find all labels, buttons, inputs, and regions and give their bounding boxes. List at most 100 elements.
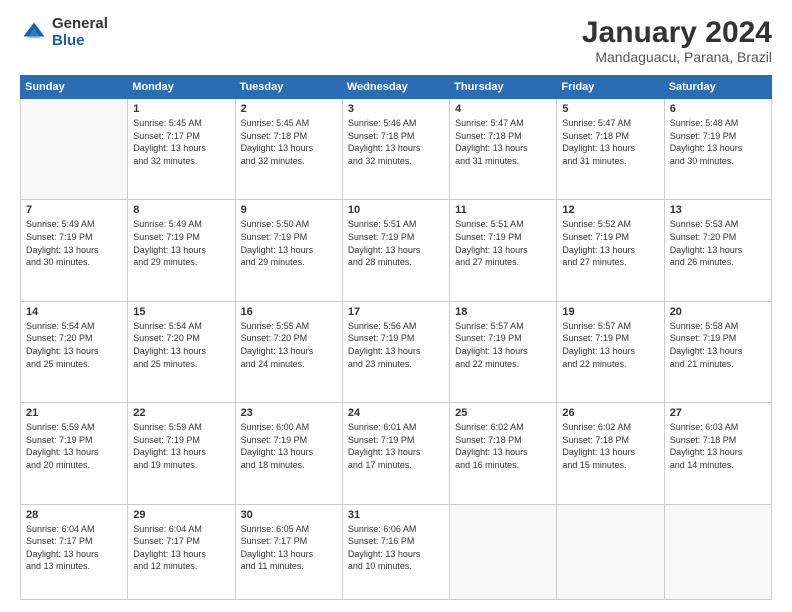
day-number: 11 <box>455 204 551 216</box>
table-row <box>664 504 771 599</box>
day-info: Sunrise: 5:59 AM Sunset: 7:19 PM Dayligh… <box>133 421 229 471</box>
day-number: 8 <box>133 204 229 216</box>
day-info: Sunrise: 6:03 AM Sunset: 7:18 PM Dayligh… <box>670 421 766 471</box>
table-row <box>557 504 664 599</box>
logo-text: General Blue <box>52 16 108 49</box>
table-row: 11 Sunrise: 5:51 AM Sunset: 7:19 PM Dayli… <box>450 200 557 301</box>
day-number: 15 <box>133 306 229 318</box>
day-number: 2 <box>241 103 337 115</box>
day-info: Sunrise: 6:02 AM Sunset: 7:18 PM Dayligh… <box>455 421 551 471</box>
col-saturday: Saturday <box>664 76 771 99</box>
day-info: Sunrise: 5:50 AM Sunset: 7:19 PM Dayligh… <box>241 218 337 268</box>
day-info: Sunrise: 6:01 AM Sunset: 7:19 PM Dayligh… <box>348 421 444 471</box>
table-row: 30 Sunrise: 6:05 AM Sunset: 7:17 PM Dayli… <box>235 504 342 599</box>
day-number: 16 <box>241 306 337 318</box>
day-number: 18 <box>455 306 551 318</box>
day-info: Sunrise: 5:54 AM Sunset: 7:20 PM Dayligh… <box>26 320 122 370</box>
day-info: Sunrise: 5:45 AM Sunset: 7:17 PM Dayligh… <box>133 117 229 167</box>
day-info: Sunrise: 5:47 AM Sunset: 7:18 PM Dayligh… <box>562 117 658 167</box>
day-number: 23 <box>241 407 337 419</box>
table-row: 25 Sunrise: 6:02 AM Sunset: 7:18 PM Dayli… <box>450 403 557 504</box>
day-number: 30 <box>241 509 337 521</box>
day-info: Sunrise: 5:47 AM Sunset: 7:18 PM Dayligh… <box>455 117 551 167</box>
day-number: 10 <box>348 204 444 216</box>
col-thursday: Thursday <box>450 76 557 99</box>
calendar-header-row: Sunday Monday Tuesday Wednesday Thursday… <box>21 76 772 99</box>
day-number: 6 <box>670 103 766 115</box>
day-number: 27 <box>670 407 766 419</box>
day-number: 28 <box>26 509 122 521</box>
col-monday: Monday <box>128 76 235 99</box>
day-info: Sunrise: 5:55 AM Sunset: 7:20 PM Dayligh… <box>241 320 337 370</box>
table-row: 27 Sunrise: 6:03 AM Sunset: 7:18 PM Dayli… <box>664 403 771 504</box>
day-number: 25 <box>455 407 551 419</box>
table-row: 12 Sunrise: 5:52 AM Sunset: 7:19 PM Dayli… <box>557 200 664 301</box>
day-info: Sunrise: 5:58 AM Sunset: 7:19 PM Dayligh… <box>670 320 766 370</box>
table-row: 21 Sunrise: 5:59 AM Sunset: 7:19 PM Dayli… <box>21 403 128 504</box>
table-row: 22 Sunrise: 5:59 AM Sunset: 7:19 PM Dayli… <box>128 403 235 504</box>
day-info: Sunrise: 6:05 AM Sunset: 7:17 PM Dayligh… <box>241 523 337 573</box>
table-row <box>21 99 128 200</box>
day-number: 29 <box>133 509 229 521</box>
calendar-table: Sunday Monday Tuesday Wednesday Thursday… <box>20 75 772 600</box>
table-row: 14 Sunrise: 5:54 AM Sunset: 7:20 PM Dayli… <box>21 301 128 402</box>
day-info: Sunrise: 5:51 AM Sunset: 7:19 PM Dayligh… <box>455 218 551 268</box>
table-row: 10 Sunrise: 5:51 AM Sunset: 7:19 PM Dayli… <box>342 200 449 301</box>
location: Mandaguacu, Parana, Brazil <box>582 49 772 65</box>
table-row: 26Sunrise: 6:02 AM Sunset: 7:18 PM Dayli… <box>557 403 664 504</box>
day-info: Sunrise: 5:48 AM Sunset: 7:19 PM Dayligh… <box>670 117 766 167</box>
day-info: Sunrise: 5:52 AM Sunset: 7:19 PM Dayligh… <box>562 218 658 268</box>
day-number: 1 <box>133 103 229 115</box>
table-row: 5Sunrise: 5:47 AM Sunset: 7:18 PM Daylig… <box>557 99 664 200</box>
day-info: Sunrise: 5:56 AM Sunset: 7:19 PM Dayligh… <box>348 320 444 370</box>
day-number: 14 <box>26 306 122 318</box>
logo-icon <box>20 19 48 47</box>
table-row: 18 Sunrise: 5:57 AM Sunset: 7:19 PM Dayli… <box>450 301 557 402</box>
table-row: 9Sunrise: 5:50 AM Sunset: 7:19 PM Daylig… <box>235 200 342 301</box>
day-info: Sunrise: 6:04 AM Sunset: 7:17 PM Dayligh… <box>133 523 229 573</box>
day-info: Sunrise: 5:51 AM Sunset: 7:19 PM Dayligh… <box>348 218 444 268</box>
col-friday: Friday <box>557 76 664 99</box>
table-row: 4 Sunrise: 5:47 AM Sunset: 7:18 PM Daylig… <box>450 99 557 200</box>
table-row: 29 Sunrise: 6:04 AM Sunset: 7:17 PM Dayli… <box>128 504 235 599</box>
logo-general-text: General <box>52 16 108 33</box>
title-block: January 2024 Mandaguacu, Parana, Brazil <box>582 16 772 65</box>
table-row: 7Sunrise: 5:49 AM Sunset: 7:19 PM Daylig… <box>21 200 128 301</box>
day-info: Sunrise: 6:02 AM Sunset: 7:18 PM Dayligh… <box>562 421 658 471</box>
day-info: Sunrise: 5:57 AM Sunset: 7:19 PM Dayligh… <box>562 320 658 370</box>
day-info: Sunrise: 6:04 AM Sunset: 7:17 PM Dayligh… <box>26 523 122 573</box>
table-row: 31Sunrise: 6:06 AM Sunset: 7:16 PM Dayli… <box>342 504 449 599</box>
table-row: 20 Sunrise: 5:58 AM Sunset: 7:19 PM Dayli… <box>664 301 771 402</box>
calendar-body: 1 Sunrise: 5:45 AM Sunset: 7:17 PM Daylig… <box>21 99 772 600</box>
day-number: 13 <box>670 204 766 216</box>
day-number: 24 <box>348 407 444 419</box>
day-info: Sunrise: 5:59 AM Sunset: 7:19 PM Dayligh… <box>26 421 122 471</box>
col-sunday: Sunday <box>21 76 128 99</box>
table-row: 8 Sunrise: 5:49 AM Sunset: 7:19 PM Daylig… <box>128 200 235 301</box>
table-row: 19 Sunrise: 5:57 AM Sunset: 7:19 PM Dayli… <box>557 301 664 402</box>
table-row: 3Sunrise: 5:46 AM Sunset: 7:18 PM Daylig… <box>342 99 449 200</box>
table-row: 24 Sunrise: 6:01 AM Sunset: 7:19 PM Dayli… <box>342 403 449 504</box>
day-number: 4 <box>455 103 551 115</box>
day-info: Sunrise: 6:00 AM Sunset: 7:19 PM Dayligh… <box>241 421 337 471</box>
day-number: 12 <box>562 204 658 216</box>
table-row: 17 Sunrise: 5:56 AM Sunset: 7:19 PM Dayli… <box>342 301 449 402</box>
month-title: January 2024 <box>582 16 772 49</box>
table-row: 15Sunrise: 5:54 AM Sunset: 7:20 PM Dayli… <box>128 301 235 402</box>
col-tuesday: Tuesday <box>235 76 342 99</box>
table-row: 13 Sunrise: 5:53 AM Sunset: 7:20 PM Dayli… <box>664 200 771 301</box>
day-info: Sunrise: 5:53 AM Sunset: 7:20 PM Dayligh… <box>670 218 766 268</box>
day-number: 3 <box>348 103 444 115</box>
logo: General Blue <box>20 16 108 49</box>
table-row: 28 Sunrise: 6:04 AM Sunset: 7:17 PM Dayli… <box>21 504 128 599</box>
header: General Blue January 2024 Mandaguacu, Pa… <box>20 16 772 65</box>
day-info: Sunrise: 5:49 AM Sunset: 7:19 PM Dayligh… <box>133 218 229 268</box>
col-wednesday: Wednesday <box>342 76 449 99</box>
day-number: 17 <box>348 306 444 318</box>
day-number: 20 <box>670 306 766 318</box>
day-number: 19 <box>562 306 658 318</box>
day-number: 21 <box>26 407 122 419</box>
day-info: Sunrise: 5:49 AM Sunset: 7:19 PM Dayligh… <box>26 218 122 268</box>
day-number: 22 <box>133 407 229 419</box>
day-info: Sunrise: 5:57 AM Sunset: 7:19 PM Dayligh… <box>455 320 551 370</box>
